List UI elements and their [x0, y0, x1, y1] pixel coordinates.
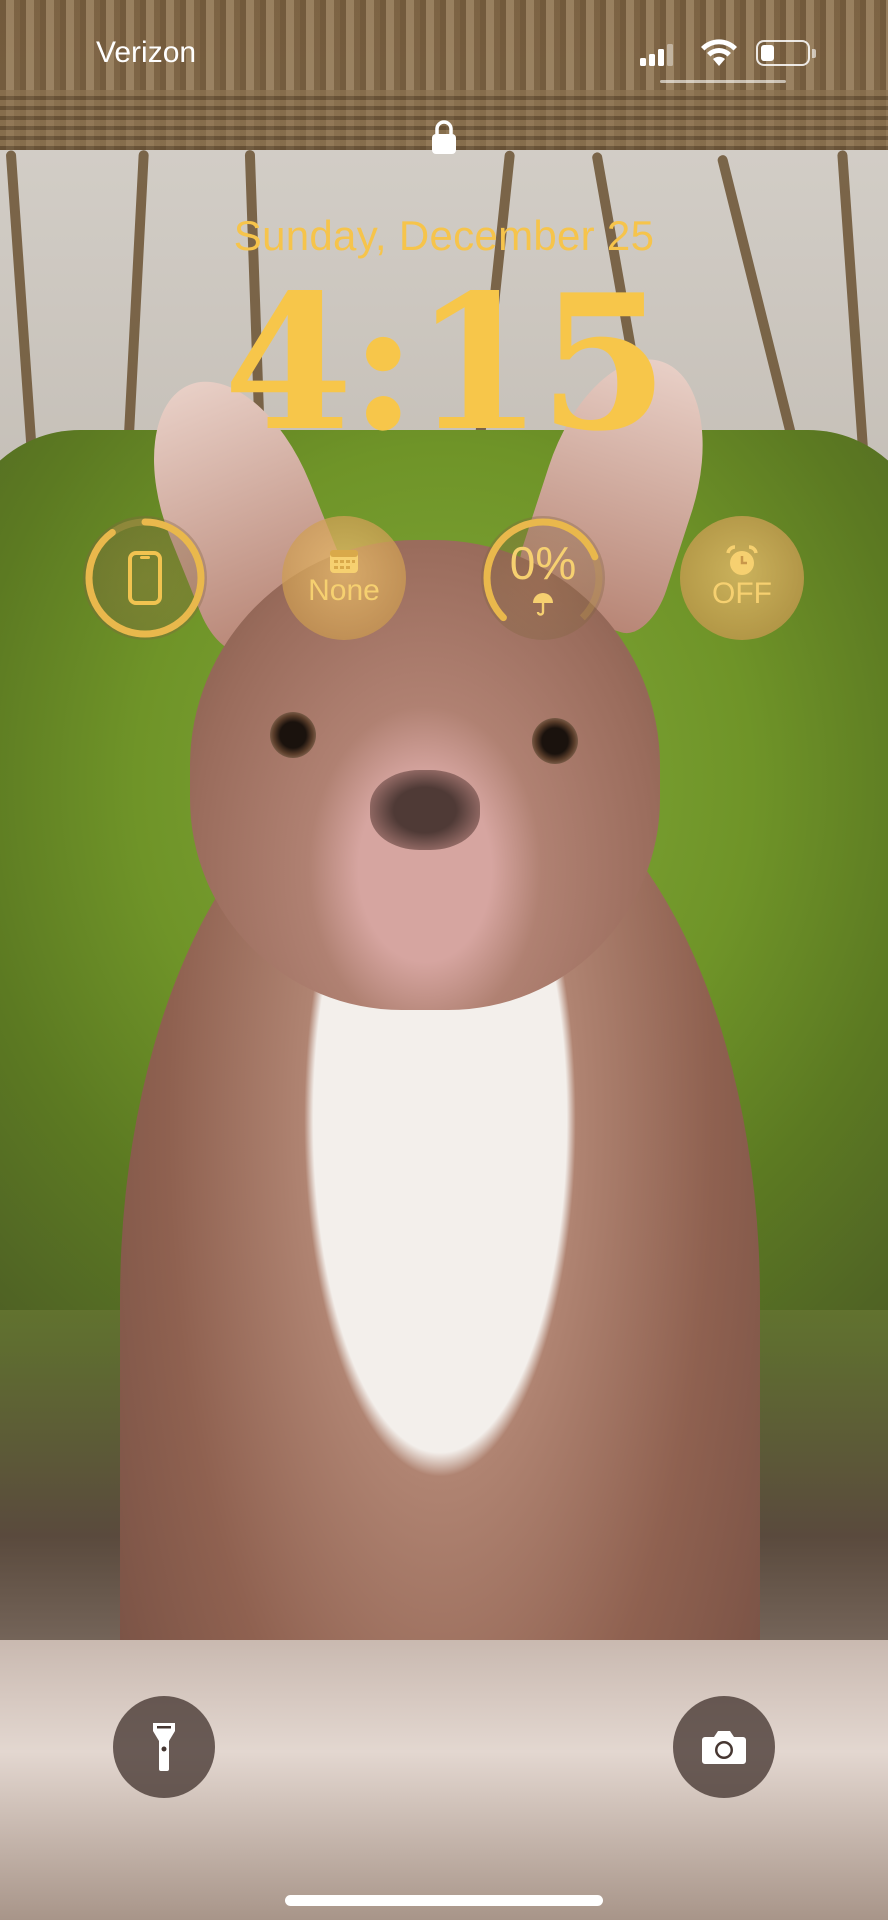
lock-icon [432, 120, 456, 154]
precipitation-value: 0% [509, 537, 577, 589]
camera-icon [702, 1731, 746, 1764]
alarm-widget[interactable]: OFF [680, 516, 804, 640]
flashlight-button[interactable] [113, 1696, 215, 1798]
flashlight-icon [153, 1723, 175, 1771]
status-bar: Verizon [0, 0, 888, 110]
dog-eye-left [270, 712, 316, 758]
cellular-signal-icon [640, 44, 674, 66]
iphone-icon [128, 551, 162, 605]
calendar-widget-label: None [308, 574, 380, 607]
battery-widget[interactable] [83, 516, 207, 640]
calendar-icon [330, 550, 358, 573]
camera-button[interactable] [673, 1696, 775, 1798]
battery-icon [756, 40, 816, 66]
battery-fill [761, 45, 775, 61]
alarm-clock-icon [726, 545, 758, 575]
calendar-widget[interactable]: None [282, 516, 406, 640]
home-indicator[interactable] [285, 1895, 603, 1906]
alarm-widget-label: OFF [712, 577, 772, 610]
lock-screen-time[interactable]: 4:15 [0, 268, 888, 458]
control-center-hint[interactable] [660, 80, 786, 83]
carrier-name: Verizon [96, 36, 197, 69]
dog-nose [370, 770, 480, 850]
wifi-icon [701, 39, 737, 66]
umbrella-icon [533, 593, 553, 616]
dog-eye-right [532, 718, 578, 764]
weather-widget[interactable]: 0% [481, 516, 605, 640]
